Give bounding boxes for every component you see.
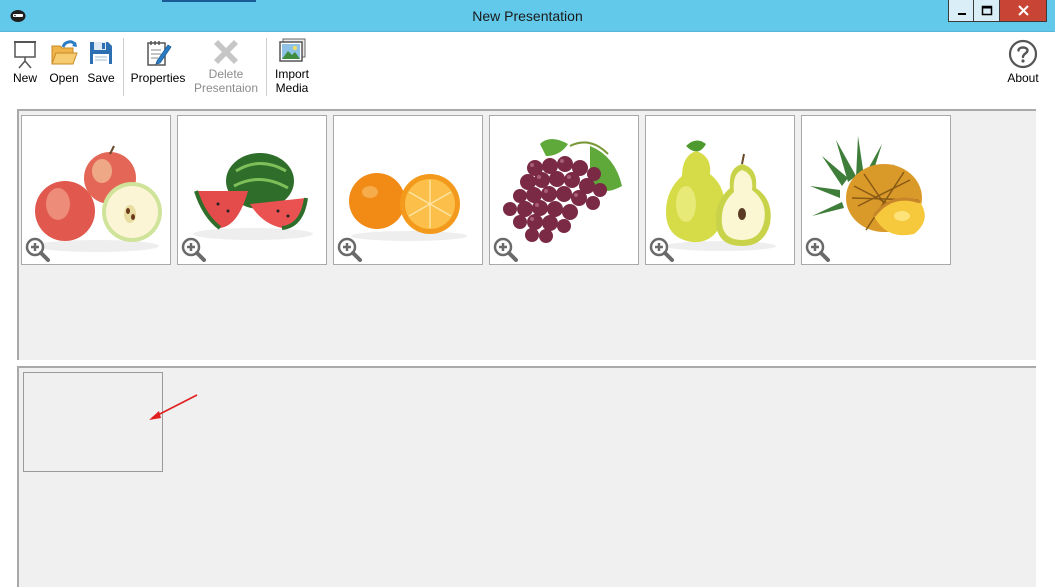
window-right-edge (1044, 96, 1055, 587)
zoom-in-icon[interactable] (24, 236, 50, 262)
new-button[interactable]: New (10, 37, 40, 85)
zoom-in-icon[interactable] (804, 236, 830, 262)
close-icon (1018, 5, 1029, 16)
folder-open-icon (51, 40, 78, 65)
zoom-in-icon[interactable] (492, 236, 518, 262)
delete-label-line1: Delete (208, 67, 244, 81)
floppy-disk-icon (90, 42, 112, 64)
toolbar-separator (266, 38, 267, 96)
import-label-line2: Media (275, 81, 309, 95)
delete-label-line2: Presentaion (193, 81, 259, 95)
red-arrow-annotation (149, 394, 198, 420)
close-button[interactable] (1000, 0, 1047, 22)
delete-presentation-button[interactable]: Delete Presentaion (193, 37, 259, 95)
properties-button[interactable]: Properties (129, 37, 187, 85)
media-thumbnail-oranges[interactable] (333, 115, 483, 265)
toolbar-separator (123, 38, 124, 96)
media-library-pane[interactable] (17, 109, 1036, 360)
help-circle-icon (1008, 39, 1038, 69)
delete-x-icon (214, 40, 238, 64)
about-label: About (1007, 71, 1039, 85)
notepad-pen-icon (147, 41, 172, 66)
media-thumbnail-watermelon[interactable] (177, 115, 327, 265)
import-media-button[interactable]: Import Media (272, 37, 312, 95)
taskbar-sliver (162, 0, 256, 2)
picture-icon (279, 38, 306, 62)
open-button[interactable]: Open (48, 37, 80, 85)
zoom-in-icon[interactable] (180, 236, 206, 262)
save-button[interactable]: Save (86, 37, 116, 85)
minimize-icon (958, 13, 966, 15)
about-button[interactable]: About (1002, 37, 1044, 85)
properties-label: Properties (130, 71, 186, 85)
new-label: New (12, 71, 37, 85)
window-title: New Presentation (472, 8, 583, 24)
maximize-button[interactable] (974, 0, 1000, 22)
media-thumbnail-pineapples[interactable] (801, 115, 951, 265)
toolbar: New Open Save Properties Delete Presenta… (0, 33, 1055, 96)
zoom-in-icon[interactable] (648, 236, 674, 262)
zoom-in-icon[interactable] (336, 236, 362, 262)
presentation-board-icon (14, 41, 36, 69)
maximize-icon (981, 5, 993, 16)
empty-slide-slot[interactable] (23, 372, 163, 472)
media-thumbnail-pears[interactable] (645, 115, 795, 265)
media-thumbnail-apples[interactable] (21, 115, 171, 265)
media-thumbnail-grapes[interactable] (489, 115, 639, 265)
save-label: Save (87, 71, 115, 85)
minimize-button[interactable] (948, 0, 974, 22)
title-bar[interactable]: New Presentation (0, 0, 1055, 32)
import-label-line1: Import (274, 67, 309, 81)
open-label: Open (49, 71, 79, 85)
